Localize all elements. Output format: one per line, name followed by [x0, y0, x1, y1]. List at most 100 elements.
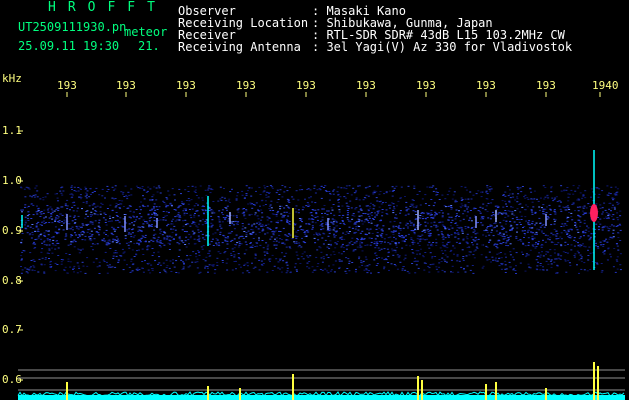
noise-pixel [51, 222, 54, 224]
noise-pixel [366, 272, 369, 274]
noise-pixel [262, 263, 265, 265]
noise-pixel [381, 215, 384, 217]
noise-pixel [128, 247, 131, 249]
noise-pixel [296, 254, 299, 256]
noise-pixel [450, 249, 453, 251]
noise-pixel [341, 205, 344, 207]
noise-pixel [105, 244, 108, 246]
noise-pixel [342, 251, 345, 253]
noise-pixel [449, 187, 452, 189]
noise-pixel [272, 240, 275, 242]
noise-pixel [543, 198, 546, 200]
noise-pixel [598, 188, 601, 190]
noise-pixel [605, 238, 608, 240]
noise-pixel [509, 243, 512, 245]
noise-pixel [413, 232, 416, 233]
noise-pixel [50, 213, 53, 215]
noise-pixel [266, 246, 269, 248]
noise-pixel [474, 208, 477, 209]
noise-pixel [441, 269, 444, 271]
noise-pixel [353, 242, 356, 244]
noise-pixel [287, 236, 290, 237]
noise-pixel [215, 242, 218, 244]
noise-pixel [351, 244, 354, 246]
noise-pixel [332, 193, 335, 195]
noise-pixel [241, 223, 244, 224]
noise-pixel [271, 187, 274, 189]
noise-pixel [464, 198, 467, 200]
noise-pixel [160, 246, 162, 248]
noise-pixel [153, 220, 156, 222]
noise-pixel [553, 199, 556, 200]
noise-pixel [323, 205, 326, 206]
noise-pixel [73, 216, 76, 218]
noise-pixel [539, 269, 542, 271]
noise-pixel [75, 234, 78, 236]
noise-pixel [525, 253, 528, 255]
noise-pixel [29, 226, 32, 228]
noise-pixel [328, 232, 331, 234]
noise-pixel [170, 228, 172, 230]
noise-pixel [333, 236, 336, 238]
noise-pixel [535, 231, 538, 233]
noise-pixel [503, 227, 505, 229]
noise-pixel [128, 242, 130, 244]
noise-pixel [357, 185, 360, 187]
noise-pixel [380, 242, 383, 244]
noise-pixel [398, 232, 401, 234]
noise-pixel [64, 221, 67, 223]
noise-pixel [514, 270, 517, 271]
noise-pixel [294, 263, 297, 265]
noise-pixel [87, 223, 90, 225]
noise-pixel [422, 255, 424, 257]
noise-pixel [75, 227, 78, 229]
noise-pixel [123, 214, 126, 215]
noise-pixel [539, 256, 542, 258]
noise-pixel [368, 264, 371, 266]
noise-pixel [366, 186, 369, 188]
noise-pixel [197, 250, 199, 252]
noise-pixel [191, 261, 194, 263]
noise-pixel [141, 261, 144, 262]
noise-pixel [469, 191, 472, 193]
noise-pixel [378, 257, 381, 258]
noise-pixel [485, 245, 488, 247]
noise-pixel [57, 216, 60, 218]
noise-pixel [235, 199, 238, 201]
noise-pixel [337, 186, 340, 188]
noise-pixel [537, 240, 540, 242]
noise-pixel [48, 222, 51, 223]
noise-pixel [538, 252, 541, 254]
noise-pixel [405, 239, 407, 240]
noise-pixel [69, 243, 72, 245]
noise-pixel [526, 197, 529, 199]
noise-pixel [520, 219, 523, 220]
noise-pixel [601, 213, 604, 215]
noise-pixel [424, 221, 427, 223]
noise-pixel [321, 269, 324, 271]
noise-pixel [182, 220, 185, 222]
noise-pixel [395, 246, 398, 248]
noise-pixel [533, 190, 536, 192]
noise-pixel [64, 203, 67, 205]
noise-pixel [227, 220, 229, 222]
noise-pixel [305, 205, 308, 207]
noise-pixel [57, 200, 59, 202]
noise-pixel [285, 272, 288, 274]
noise-pixel [255, 233, 257, 235]
noise-pixel [355, 198, 358, 200]
noise-pixel [126, 229, 129, 230]
noise-pixel [619, 264, 622, 266]
noise-pixel [386, 248, 389, 250]
noise-pixel [335, 220, 338, 222]
noise-pixel [332, 264, 335, 266]
noise-pixel [342, 247, 345, 249]
noise-pixel [205, 256, 208, 258]
noise-pixel [398, 256, 401, 258]
noise-pixel [439, 221, 442, 223]
noise-pixel [435, 188, 438, 190]
noise-pixel [233, 238, 236, 240]
noise-pixel [480, 191, 482, 193]
noise-pixel [230, 254, 233, 256]
noise-pixel [193, 243, 196, 245]
